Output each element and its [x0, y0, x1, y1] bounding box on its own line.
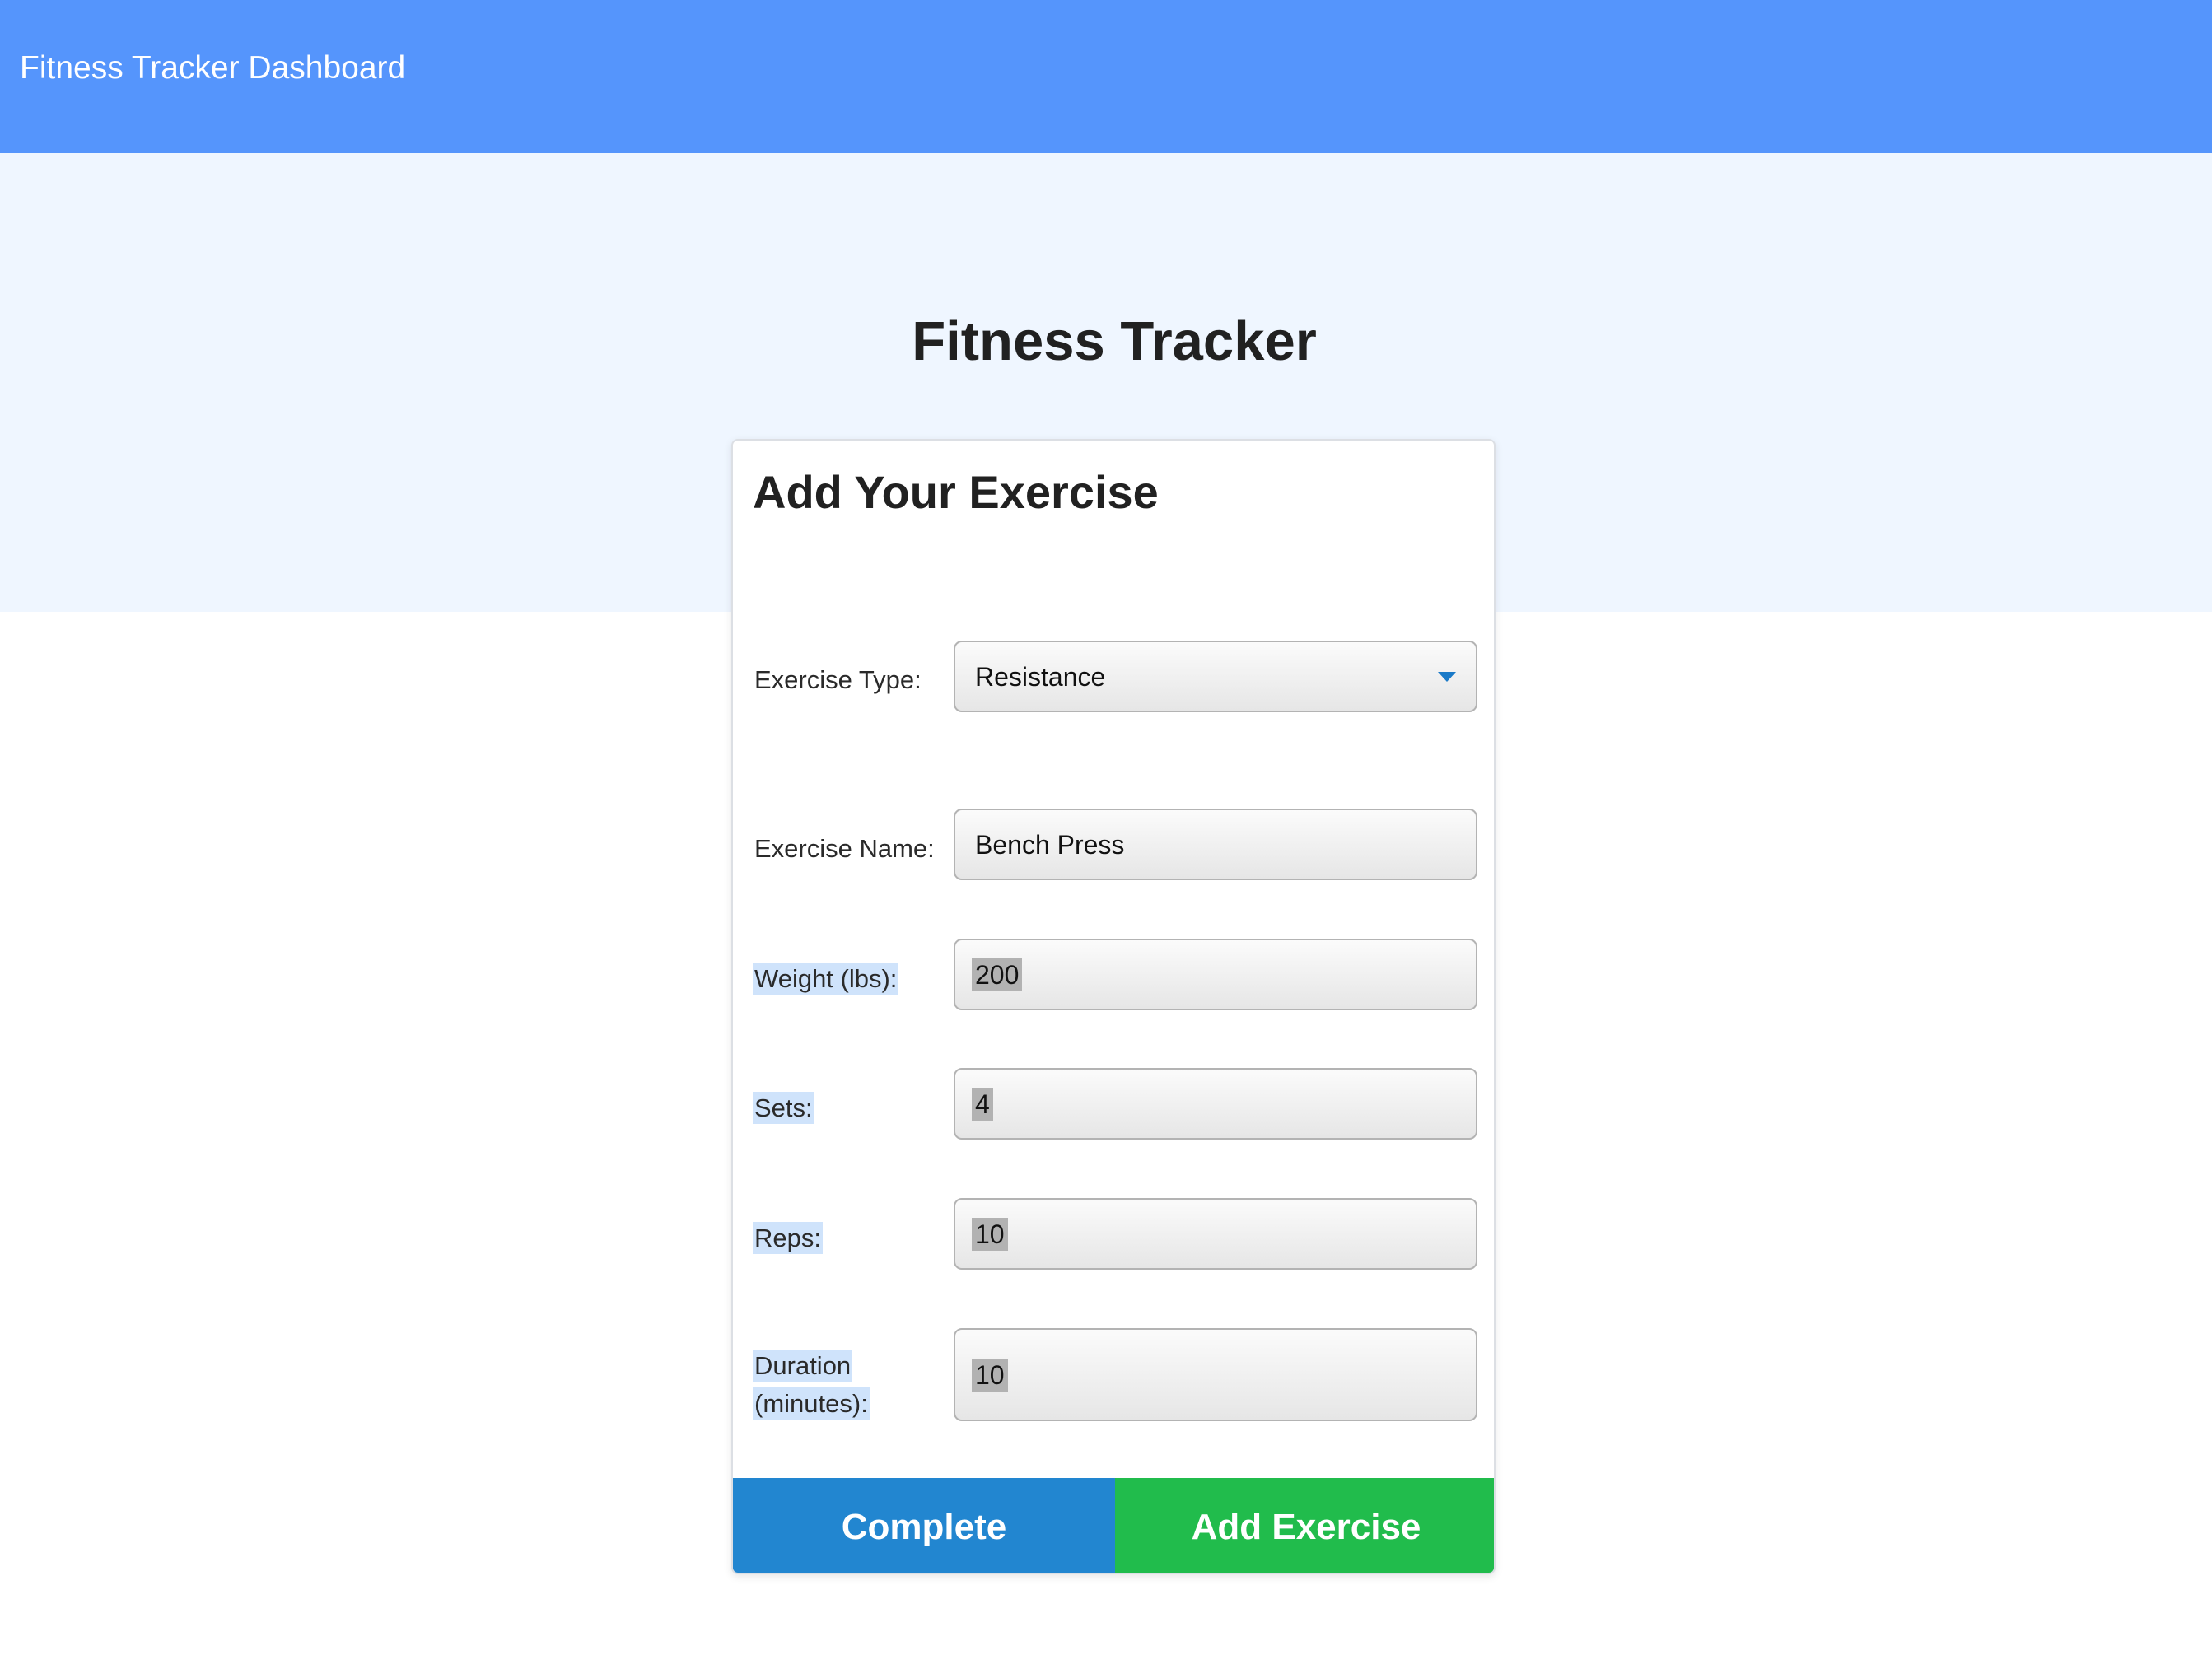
duration-label: Duration — [753, 1347, 853, 1385]
exercise-name-value: Bench Press — [975, 829, 1125, 860]
weight-label-text: Weight (lbs): — [753, 963, 899, 995]
sets-label-text: Sets: — [753, 1092, 814, 1124]
duration-value: 10 — [972, 1358, 1008, 1392]
reps-input[interactable]: 10 — [954, 1198, 1477, 1270]
exercise-name-label: Exercise Name: — [753, 830, 936, 868]
chevron-down-icon — [1438, 672, 1456, 682]
exercise-name-input[interactable]: Bench Press — [954, 809, 1477, 880]
sets-input[interactable]: 4 — [954, 1068, 1477, 1140]
duration-label-unit: (minutes): — [753, 1385, 870, 1423]
reps-value: 10 — [972, 1217, 1008, 1251]
sets-value: 4 — [972, 1087, 993, 1121]
page-title: Fitness Tracker — [912, 310, 1317, 372]
exercise-type-value: Resistance — [975, 661, 1106, 692]
navbar-title[interactable]: Fitness Tracker Dashboard — [20, 48, 405, 89]
duration-label-line1: Duration — [753, 1350, 853, 1382]
weight-value: 200 — [972, 958, 1023, 991]
duration-input[interactable]: 10 — [954, 1328, 1477, 1421]
duration-label-line2: (minutes): — [753, 1387, 870, 1420]
form-title: Add Your Exercise — [753, 466, 1159, 518]
add-exercise-button[interactable]: Add Exercise — [1115, 1478, 1494, 1573]
exercise-name-label-text: Exercise Name: — [754, 834, 935, 863]
weight-label: Weight (lbs): — [753, 960, 899, 998]
weight-input[interactable]: 200 — [954, 939, 1477, 1010]
reps-label-text: Reps: — [753, 1222, 823, 1254]
reps-label: Reps: — [753, 1219, 823, 1257]
sets-label: Sets: — [753, 1089, 814, 1127]
exercise-type-select[interactable]: Resistance — [954, 641, 1477, 712]
exercise-type-label: Exercise Type: — [753, 661, 923, 699]
exercise-type-label-text: Exercise Type: — [754, 665, 922, 694]
navbar: Fitness Tracker Dashboard — [0, 0, 2212, 153]
exercise-form-card: Add Your Exercise Exercise Type: Resista… — [731, 439, 1496, 1574]
complete-button[interactable]: Complete — [733, 1478, 1115, 1573]
